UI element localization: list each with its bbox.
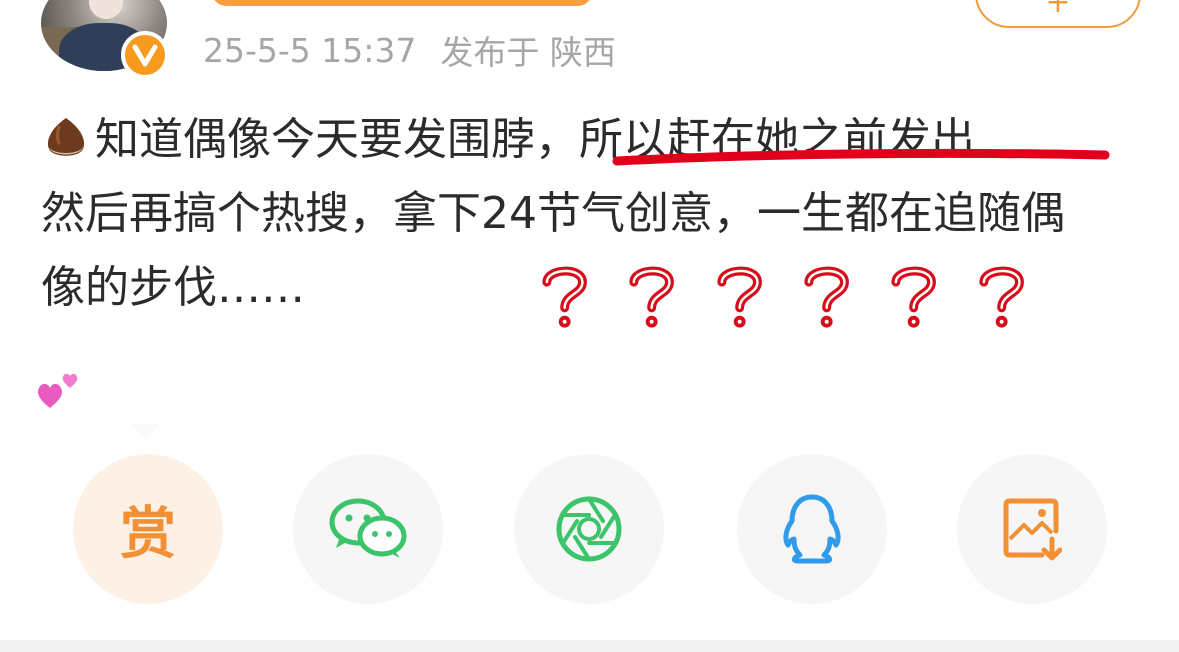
verified-badge-icon (121, 31, 169, 79)
post-line-1-text: 知道偶像今天要发围脖，所以赶在她之前发出 (95, 114, 975, 165)
question-mark-icon (629, 266, 675, 328)
qq-share-button[interactable] (737, 454, 887, 604)
follow-plus-icon: + (1045, 0, 1071, 20)
post-line-1: 知道偶像今天要发围脖，所以赶在她之前发出 (41, 110, 1151, 184)
save-image-button[interactable] (957, 454, 1107, 604)
wechat-moments-icon (556, 496, 622, 562)
question-mark-annotations (533, 262, 1033, 332)
username[interactable] (212, 0, 592, 6)
avatar-face (89, 0, 123, 19)
question-mark-icon (891, 266, 937, 328)
two-hearts-emoji-icon (38, 373, 78, 408)
tip-label: 赏 (120, 501, 176, 567)
wechat-share-button[interactable] (293, 454, 443, 604)
bottom-divider (0, 640, 1179, 652)
wechat-icon (329, 498, 407, 558)
save-image-icon (1003, 498, 1062, 561)
tip-button[interactable]: 赏 (73, 454, 223, 604)
share-action-row: 赏 (0, 454, 1179, 606)
qq-icon (783, 494, 841, 564)
moments-share-button[interactable] (514, 454, 664, 604)
chestnut-emoji-icon (47, 118, 85, 156)
question-mark-icon (542, 266, 587, 328)
tooltip-arrow (130, 424, 160, 440)
weibo-post-screenshot: + 25-5-5 15:37 发布于 陕西 知道偶像今天要发围脖，所以赶在她之前… (0, 0, 1179, 652)
follow-button[interactable]: + (975, 0, 1141, 28)
post-line-2: 然后再搞个热搜，拿下24节气创意，一生都在追随偶 (41, 188, 1065, 239)
question-mark-icon (804, 266, 849, 328)
post-location: 发布于 陕西 (440, 33, 616, 72)
verified-v-icon (132, 44, 158, 67)
question-mark-icon (979, 266, 1024, 328)
question-mark-icon (717, 266, 762, 328)
post-meta: 25-5-5 15:37 发布于 陕西 (203, 28, 616, 73)
post-timestamp: 25-5-5 15:37 (203, 30, 417, 70)
